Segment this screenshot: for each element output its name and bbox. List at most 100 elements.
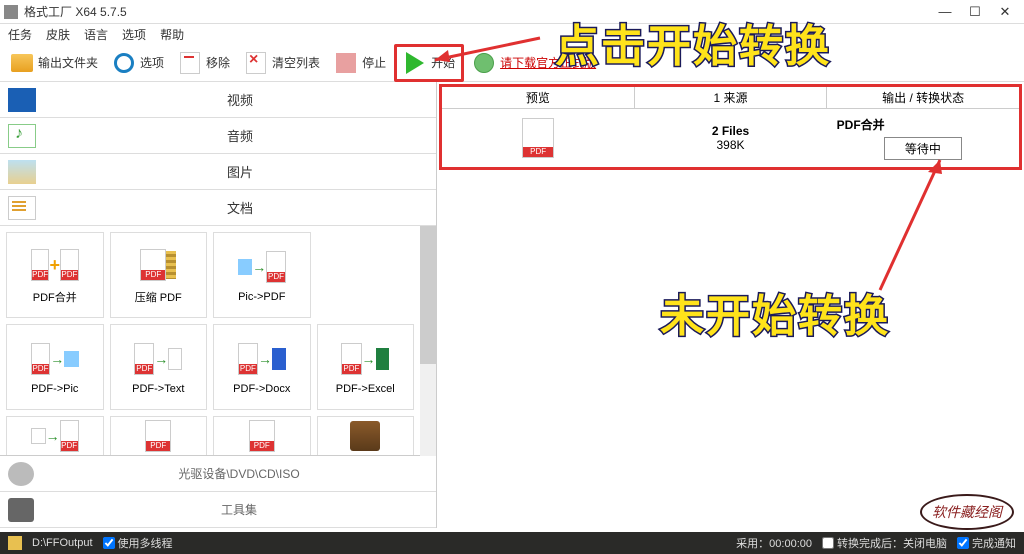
category-video[interactable]: 视频 — [0, 82, 436, 118]
menu-skin[interactable]: 皮肤 — [46, 26, 70, 43]
start-button-group: 开始 — [394, 44, 464, 82]
tool-partial-1[interactable]: → — [6, 416, 104, 456]
tool-label: PDF->Excel — [336, 383, 395, 395]
subcat-optical[interactable]: 光驱设备\DVD\CD\ISO — [0, 456, 436, 492]
category-audio[interactable]: 音频 — [0, 118, 436, 154]
shutdown-input[interactable] — [822, 537, 834, 549]
category-image[interactable]: 图片 — [0, 154, 436, 190]
menu-options[interactable]: 选项 — [122, 26, 146, 43]
text-icon — [168, 348, 182, 370]
gear-icon — [114, 53, 134, 73]
tool-pic-to-pdf[interactable]: → Pic->PDF — [213, 232, 311, 318]
main-area: 视频 音频 图片 文档 + PDF合并 压缩 PDF — [0, 82, 1024, 528]
output-path[interactable]: D:\FFOutput — [32, 537, 93, 549]
tool-pdf-to-pic[interactable]: → PDF->Pic — [6, 324, 104, 410]
play-icon — [406, 52, 424, 74]
audio-icon — [8, 124, 36, 148]
menu-help[interactable]: 帮助 — [160, 26, 184, 43]
pdf-icon — [31, 249, 50, 281]
menubar: 任务 皮肤 语言 选项 帮助 — [0, 24, 1024, 44]
tool-pdf-to-text[interactable]: → PDF->Text — [110, 324, 208, 410]
category-image-label: 图片 — [44, 162, 436, 181]
tool-partial-2[interactable] — [110, 416, 208, 456]
remove-icon — [180, 52, 200, 74]
notify-input[interactable] — [957, 537, 969, 549]
tool-pdf-merge[interactable]: + PDF合并 — [6, 232, 104, 318]
download-official-button[interactable]: 请下载官方正式版 — [466, 47, 602, 79]
download-official-label: 请下载官方正式版 — [500, 54, 596, 71]
video-icon — [8, 88, 36, 112]
document-icon — [8, 196, 36, 220]
category-audio-label: 音频 — [44, 126, 436, 145]
pdf-icon — [31, 343, 50, 375]
stop-button[interactable]: 停止 — [328, 47, 392, 79]
statusbar: D:\FFOutput 使用多线程 采用：00:00:00 转换完成后：关闭电脑… — [0, 532, 1024, 554]
word-icon — [272, 348, 286, 370]
multithread-input[interactable] — [103, 537, 115, 549]
maximize-button[interactable]: ☐ — [960, 4, 990, 20]
col-preview[interactable]: 预览 — [442, 87, 635, 108]
tool-pdf-to-docx[interactable]: → PDF->Docx — [213, 324, 311, 410]
notify-checkbox[interactable]: 完成通知 — [957, 535, 1016, 551]
clear-list-button[interactable]: 清空列表 — [238, 47, 326, 79]
window-title: 格式工厂 X64 5.7.5 — [24, 3, 930, 20]
clear-list-label: 清空列表 — [272, 54, 320, 71]
category-document[interactable]: 文档 — [0, 190, 436, 226]
excel-icon — [376, 348, 390, 370]
tool-label: PDF->Pic — [31, 383, 78, 395]
task-size: 398K — [634, 138, 826, 152]
pdf-icon — [134, 343, 154, 375]
options-label: 选项 — [140, 54, 164, 71]
multithread-checkbox[interactable]: 使用多线程 — [103, 535, 173, 551]
stop-label: 停止 — [362, 54, 386, 71]
subcat-toolset[interactable]: 工具集 — [0, 492, 436, 528]
start-button[interactable]: 开始 — [397, 47, 461, 79]
tool-partial-7z[interactable] — [317, 416, 415, 456]
category-video-label: 视频 — [44, 90, 436, 109]
start-label: 开始 — [431, 54, 455, 71]
menu-task[interactable]: 任务 — [8, 26, 32, 43]
output-folder-label: 输出文件夹 — [38, 54, 98, 71]
app-icon — [4, 5, 18, 19]
7z-icon — [350, 421, 380, 451]
toolbox-icon — [8, 498, 34, 522]
right-pane: 预览 1 来源 输出 / 转换状态 2 Files 398K PDF合并 等待中 — [437, 82, 1024, 528]
task-output-name: PDF合并 — [827, 116, 1019, 133]
scrollbar-vertical[interactable] — [420, 226, 436, 456]
task-row[interactable]: 2 Files 398K PDF合并 等待中 — [442, 109, 1019, 167]
folder-small-icon[interactable] — [8, 536, 22, 550]
menu-language[interactable]: 语言 — [84, 26, 108, 43]
tool-pdf-to-excel[interactable]: → PDF->Excel — [317, 324, 415, 410]
minimize-button[interactable]: — — [930, 4, 960, 19]
toolbar: 输出文件夹 选项 移除 清空列表 停止 开始 请下载官方正式版 — [0, 44, 1024, 82]
zip-icon — [166, 251, 176, 279]
pic-icon — [238, 259, 253, 275]
pdf-icon — [238, 343, 258, 375]
tool-label: PDF->Text — [132, 383, 184, 395]
remove-button[interactable]: 移除 — [172, 47, 236, 79]
tool-partial-3[interactable] — [213, 416, 311, 456]
pdf-icon — [341, 343, 361, 375]
task-header: 预览 1 来源 输出 / 转换状态 — [442, 87, 1019, 109]
close-button[interactable]: ✕ — [990, 4, 1020, 20]
tool-label: PDF合并 — [33, 289, 77, 305]
subcat-toolset-label: 工具集 — [42, 501, 436, 518]
elapsed-time: 采用：00:00:00 — [736, 535, 812, 551]
folder-icon — [11, 54, 33, 72]
output-folder-button[interactable]: 输出文件夹 — [4, 47, 104, 79]
pic-icon — [64, 351, 79, 367]
col-source[interactable]: 1 来源 — [635, 87, 828, 108]
image-icon — [8, 160, 36, 184]
category-document-label: 文档 — [44, 198, 436, 217]
col-output[interactable]: 输出 / 转换状态 — [827, 87, 1019, 108]
tool-compress-pdf[interactable]: 压缩 PDF — [110, 232, 208, 318]
pdf-icon — [266, 251, 285, 283]
shutdown-checkbox[interactable]: 转换完成后：关闭电脑 — [822, 535, 947, 551]
tool-label: PDF->Docx — [233, 383, 290, 395]
clear-icon — [246, 52, 266, 74]
stop-icon — [336, 53, 356, 73]
titlebar: 格式工厂 X64 5.7.5 — ☐ ✕ — [0, 0, 1024, 24]
disc-icon — [8, 462, 34, 486]
options-button[interactable]: 选项 — [106, 47, 170, 79]
tool-grid: + PDF合并 压缩 PDF → Pic->PDF → PDF->Pic → — [0, 226, 420, 456]
